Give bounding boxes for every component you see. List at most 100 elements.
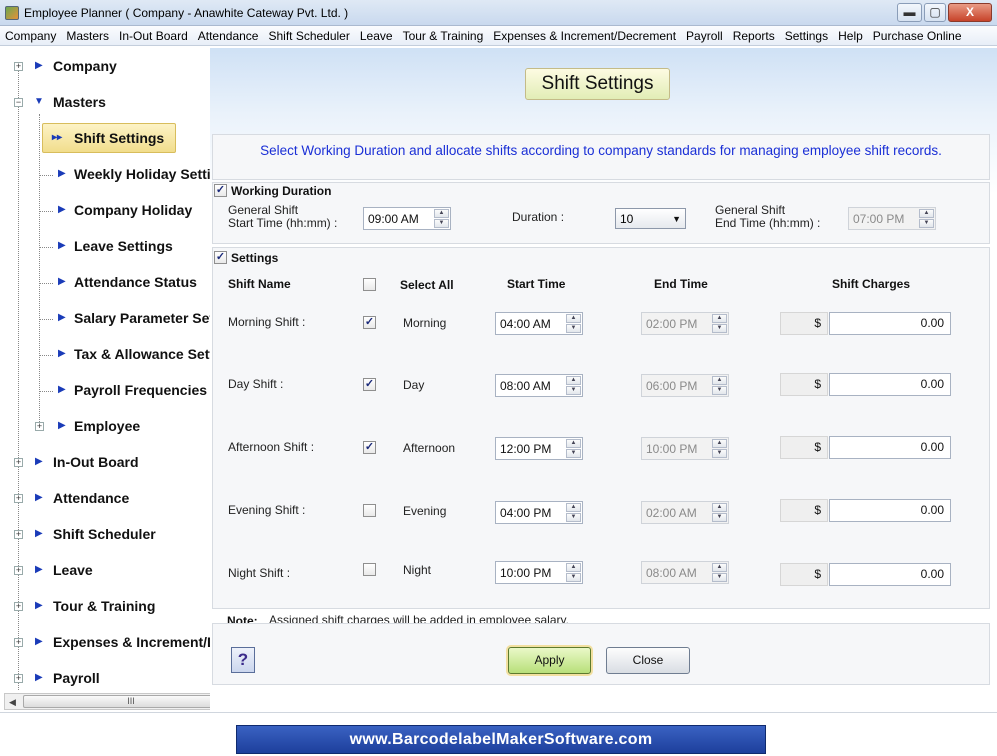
start-time-spinner[interactable]: 04:00 PM ▲ ▼: [495, 501, 583, 524]
start-time-spinner[interactable]: 08:00 AM ▲ ▼: [495, 374, 583, 397]
spin-down-icon[interactable]: ▼: [566, 513, 581, 522]
tree-node-leave[interactable]: + ▶ Leave: [4, 561, 210, 583]
spin-up-icon[interactable]: ▲: [434, 209, 449, 218]
spin-down-icon[interactable]: ▼: [566, 449, 581, 458]
close-window-button[interactable]: X: [948, 3, 992, 22]
spin-down-icon: ▼: [712, 573, 727, 582]
window-title: Employee Planner ( Company - Anawhite Ca…: [24, 6, 349, 20]
shift-enabled-checkbox[interactable]: [363, 504, 376, 517]
spin-up-icon[interactable]: ▲: [566, 376, 581, 385]
start-time-value[interactable]: 10:00 PM: [500, 566, 551, 580]
menu-purchase-online[interactable]: Purchase Online: [868, 26, 967, 44]
start-time-value[interactable]: 12:00 PM: [500, 442, 551, 456]
start-time-value[interactable]: 09:00 AM: [368, 212, 419, 226]
shift-settings-panel: ✓ Settings Shift Name Select All Start T…: [212, 247, 990, 609]
tree-node-payroll-frequencies[interactable]: ▶ Payroll Frequencies: [4, 381, 210, 403]
tree-node-shift-settings[interactable]: ▸▸ Shift Settings: [4, 129, 210, 151]
shift-enabled-checkbox[interactable]: ✓: [363, 441, 376, 454]
shift-charge-input[interactable]: 0.00: [829, 373, 951, 396]
menu-expenses[interactable]: Expenses & Increment/Decrement: [488, 26, 681, 44]
spin-up-icon[interactable]: ▲: [566, 314, 581, 323]
menu-leave[interactable]: Leave: [355, 26, 398, 44]
tree-node-tour-training[interactable]: + ▶ Tour & Training: [4, 597, 210, 619]
menu-shift-scheduler[interactable]: Shift Scheduler: [263, 26, 354, 44]
menu-in-out-board[interactable]: In-Out Board: [114, 26, 193, 44]
menu-settings[interactable]: Settings: [780, 26, 833, 44]
tree-node-payroll[interactable]: + ▶ Payroll: [4, 669, 210, 691]
arrow-right-icon: ▶: [35, 600, 43, 611]
expand-icon[interactable]: +: [14, 494, 23, 503]
currency-symbol: $: [780, 499, 828, 522]
select-all-checkbox[interactable]: [363, 278, 376, 291]
spin-down-icon[interactable]: ▼: [566, 573, 581, 582]
start-time-value[interactable]: 04:00 PM: [500, 506, 551, 520]
page-description: Select Working Duration and allocate shi…: [260, 143, 942, 158]
apply-button[interactable]: Apply: [508, 647, 591, 674]
shift-charge-input[interactable]: 0.00: [829, 436, 951, 459]
start-time-value[interactable]: 04:00 AM: [500, 317, 551, 331]
shift-enabled-checkbox[interactable]: [363, 563, 376, 576]
tree-node-attendance-status[interactable]: ▶ Attendance Status: [4, 273, 210, 295]
tree-node-masters[interactable]: − ▼ Masters: [4, 93, 210, 115]
expand-icon[interactable]: +: [35, 422, 44, 431]
end-time-spinner: 02:00 PM ▲ ▼: [641, 312, 729, 335]
menu-help[interactable]: Help: [833, 26, 868, 44]
tree-node-attendance[interactable]: + ▶ Attendance: [4, 489, 210, 511]
scrollbar-thumb[interactable]: III: [23, 695, 239, 708]
shift-charge-input[interactable]: 0.00: [829, 312, 951, 335]
spin-up-icon[interactable]: ▲: [566, 503, 581, 512]
spin-up-icon[interactable]: ▲: [566, 563, 581, 572]
menu-reports[interactable]: Reports: [728, 26, 780, 44]
duration-select[interactable]: 10 ▼: [615, 208, 686, 229]
expand-icon[interactable]: +: [14, 530, 23, 539]
tree-node-leave-settings[interactable]: ▶ Leave Settings: [4, 237, 210, 259]
start-time-spinner[interactable]: 10:00 PM ▲ ▼: [495, 561, 583, 584]
expand-icon[interactable]: +: [14, 62, 23, 71]
tree-node-employee[interactable]: + ▶ Employee: [4, 417, 210, 439]
spin-down-icon[interactable]: ▼: [566, 324, 581, 333]
tree-node-salary-parameter[interactable]: ▶ Salary Parameter Settings: [4, 309, 210, 331]
tree-node-expenses[interactable]: + ▶ Expenses & Increment/Decrement: [4, 633, 210, 655]
tree-node-company[interactable]: + ▶ Company: [4, 57, 210, 79]
collapse-icon[interactable]: −: [14, 98, 23, 107]
start-time-spinner[interactable]: 12:00 PM ▲ ▼: [495, 437, 583, 460]
expand-icon[interactable]: +: [14, 566, 23, 575]
start-time-spinner[interactable]: 04:00 AM ▲ ▼: [495, 312, 583, 335]
working-duration-checkbox[interactable]: ✓: [214, 184, 227, 197]
close-button[interactable]: Close: [606, 647, 690, 674]
shift-enabled-checkbox[interactable]: ✓: [363, 378, 376, 391]
shift-charge-input[interactable]: 0.00: [829, 499, 951, 522]
expand-icon[interactable]: +: [14, 602, 23, 611]
end-time-value: 02:00 PM: [646, 317, 698, 331]
shift-enabled-checkbox[interactable]: ✓: [363, 316, 376, 329]
window-bottom-edge: [0, 712, 997, 724]
scroll-left-icon[interactable]: ◀: [9, 697, 16, 708]
help-icon[interactable]: ?: [231, 647, 255, 673]
expand-icon[interactable]: +: [14, 458, 23, 467]
menu-attendance[interactable]: Attendance: [193, 26, 264, 44]
spin-down-icon[interactable]: ▼: [566, 386, 581, 395]
menu-masters[interactable]: Masters: [61, 26, 114, 44]
menu-payroll[interactable]: Payroll: [681, 26, 728, 44]
shift-charge-input[interactable]: 0.00: [829, 563, 951, 586]
tree-node-in-out-board[interactable]: + ▶ In-Out Board: [4, 453, 210, 475]
duration-value[interactable]: 10: [620, 212, 633, 226]
chevron-down-icon[interactable]: ▼: [672, 214, 681, 224]
minimize-button[interactable]: ▬: [897, 3, 922, 22]
menu-company[interactable]: Company: [0, 26, 61, 44]
tree-node-tax-allowance[interactable]: ▶ Tax & Allowance Settings: [4, 345, 210, 367]
menu-bar: Company Masters In-Out Board Attendance Shif…: [0, 26, 997, 46]
maximize-button[interactable]: ▢: [924, 3, 946, 22]
tree-node-weekly-holiday[interactable]: ▶ Weekly Holiday Settings: [4, 165, 210, 187]
tree-node-company-holiday[interactable]: ▶ Company Holiday: [4, 201, 210, 223]
spin-down-icon[interactable]: ▼: [434, 219, 449, 228]
settings-checkbox[interactable]: ✓: [214, 251, 227, 264]
general-start-time-spinner[interactable]: 09:00 AM ▲ ▼: [363, 207, 451, 230]
menu-tour-training[interactable]: Tour & Training: [398, 26, 489, 44]
expand-icon[interactable]: +: [14, 674, 23, 683]
shift-name: Day Shift :: [228, 377, 284, 391]
tree-node-shift-scheduler[interactable]: + ▶ Shift Scheduler: [4, 525, 210, 547]
expand-icon[interactable]: +: [14, 638, 23, 647]
spin-up-icon[interactable]: ▲: [566, 439, 581, 448]
start-time-value[interactable]: 08:00 AM: [500, 379, 551, 393]
